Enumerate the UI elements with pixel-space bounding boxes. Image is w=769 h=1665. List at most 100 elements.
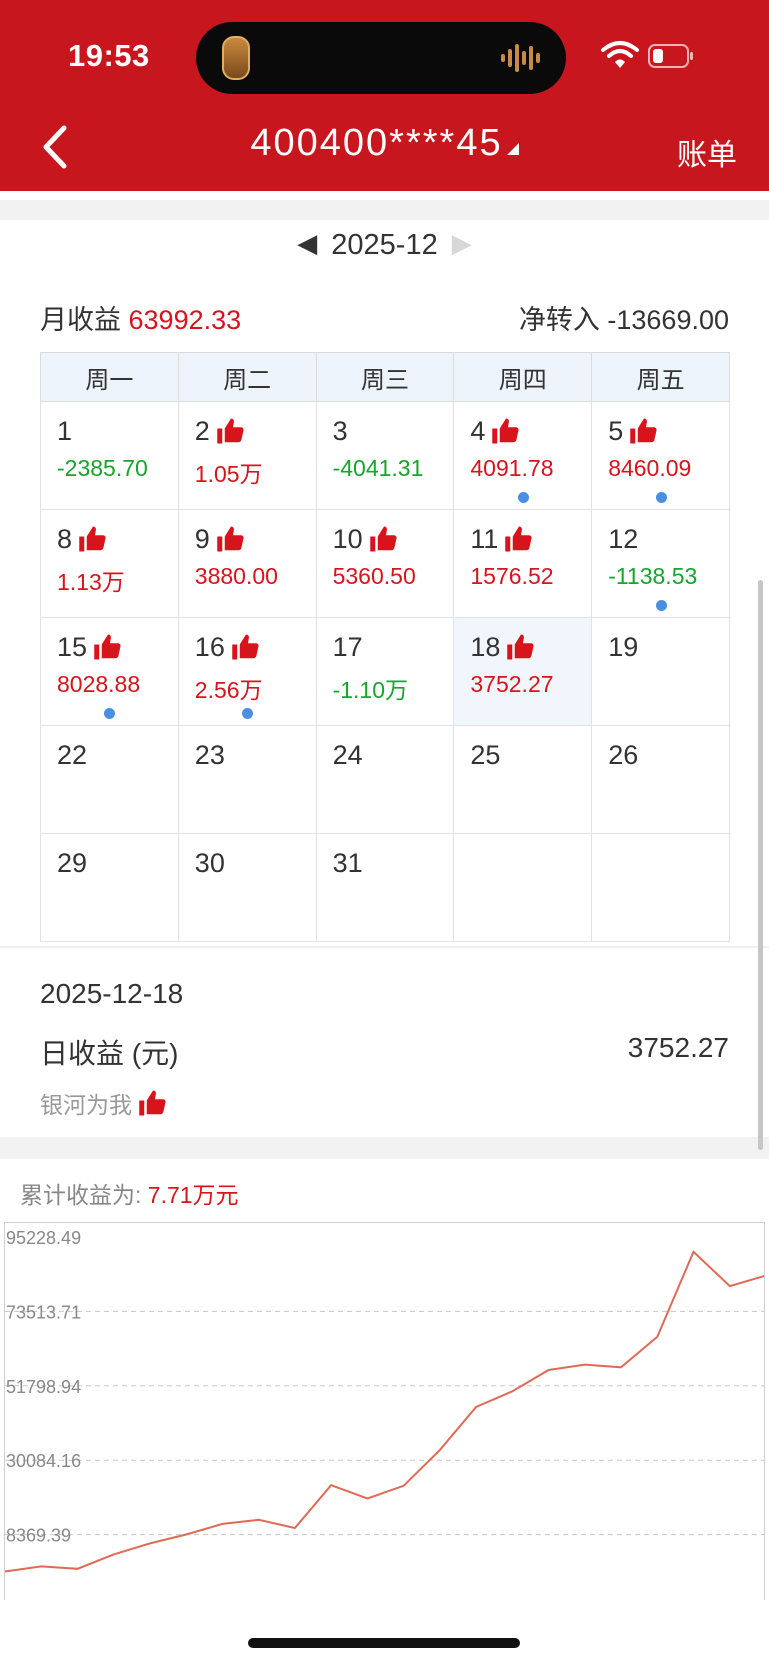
calendar-day-cell[interactable]: 8 1.13万 <box>40 509 179 618</box>
day-number-row: 12 <box>608 522 729 556</box>
section-divider <box>0 1137 769 1159</box>
calendar-day-cell[interactable]: 22 <box>40 725 179 834</box>
thumbs-up-icon <box>507 634 535 660</box>
day-number-row: 11 <box>470 522 591 556</box>
next-month-arrow-icon[interactable]: ▶ <box>452 228 472 259</box>
day-number-row: 4 <box>470 414 591 448</box>
calendar-day-cell[interactable]: 1 -2385.70 <box>40 401 179 510</box>
day-number-row: 9 <box>195 522 316 556</box>
y-tick-label: 73513.71 <box>6 1302 81 1322</box>
calendar-day-cell[interactable]: 30 <box>177 833 317 942</box>
line-point <box>620 1366 622 1368</box>
day-number: 11 <box>470 523 499 554</box>
day-number: 17 <box>332 631 363 662</box>
day-income: -1138.53 <box>608 563 698 589</box>
day-income: 3880.00 <box>194 563 278 589</box>
cumulative-income-chart: 95228.49 73513.71 51798.94 30084.16 8369.39 <box>5 1228 764 1573</box>
audio-waveform-icon <box>501 44 540 72</box>
day-number-row: 31 <box>333 846 454 880</box>
y-tick-label: 95228.49 <box>6 1228 81 1248</box>
praise-tag-text: 银河为我 <box>40 1092 132 1118</box>
day-number-row: 2 <box>195 414 316 448</box>
day-number: 31 <box>332 847 363 878</box>
y-tick-label: 8369.39 <box>6 1526 71 1546</box>
day-income: 1576.52 <box>470 563 554 589</box>
weekday-header: 周五 <box>591 352 730 402</box>
event-dot <box>517 492 529 503</box>
day-number: 24 <box>332 739 363 770</box>
line-point <box>330 1484 332 1486</box>
battery-icon <box>648 44 693 68</box>
line-point <box>403 1485 405 1487</box>
weekday-header-row: 周一 周二 周三 周四 周五 <box>40 352 730 402</box>
day-number-row: 10 <box>333 522 454 556</box>
weekday-header: 周四 <box>453 352 593 402</box>
day-income: 8028.88 <box>57 671 141 697</box>
calendar-day-cell[interactable]: 15 8028.88 <box>40 617 179 726</box>
day-number: 2 <box>194 415 210 446</box>
calendar-day-cell[interactable]: 2 1.05万 <box>177 401 317 510</box>
day-number-row: 5 <box>608 414 729 448</box>
calendar-day-cell[interactable]: 9 3880.00 <box>177 509 317 618</box>
section-divider <box>0 200 769 220</box>
calendar-day-cell[interactable]: 3 -4041.31 <box>315 401 455 510</box>
scrollbar[interactable] <box>758 580 763 1150</box>
calendar-week-row: 15 8028.88 16 2.56万 17 -1.10万 18 3752.27 19 <box>40 617 730 726</box>
calendar-empty-cell <box>591 833 730 942</box>
day-income: 4091.78 <box>470 455 554 481</box>
day-number: 19 <box>608 631 639 662</box>
prev-month-arrow-icon[interactable]: ◀ <box>297 228 317 259</box>
y-tick-label: 51798.94 <box>6 1377 81 1397</box>
day-number-row: 1 <box>57 414 178 448</box>
calendar-day-cell[interactable]: 12 -1138.53 <box>591 509 730 618</box>
day-number-row: 30 <box>195 846 316 880</box>
calendar-day-cell[interactable]: 19 <box>591 617 730 726</box>
income-calendar: 周一 周二 周三 周四 周五 1 -2385.70 2 1.05万 3 -4041.31 4… <box>40 352 730 942</box>
month-summary: 月收益 63992.33 净转入 -13669.00 <box>40 298 729 337</box>
home-indicator[interactable] <box>248 1638 520 1648</box>
month-navigator: ◀ 2025-12 ▶ <box>0 228 769 262</box>
day-number: 18 <box>470 631 501 662</box>
dropdown-triangle-icon <box>506 143 519 155</box>
day-number: 12 <box>608 523 639 554</box>
calendar-day-cell[interactable]: 23 <box>177 725 317 834</box>
line-point <box>113 1553 115 1555</box>
calendar-day-cell[interactable]: 24 <box>315 725 455 834</box>
calendar-day-cell[interactable]: 4 4091.78 <box>453 401 593 510</box>
day-income: -1.10万 <box>332 677 409 703</box>
line-point <box>40 1565 42 1567</box>
calendar-day-cell[interactable]: 10 5360.50 <box>315 509 455 618</box>
calendar-day-cell[interactable]: 17 -1.10万 <box>315 617 455 726</box>
calendar-day-cell[interactable]: 31 <box>315 833 455 942</box>
calendar-day-cell[interactable]: 18 3752.27 <box>453 617 593 726</box>
day-number-row: 25 <box>470 738 591 772</box>
thumbs-up-icon <box>217 526 244 552</box>
line-point <box>294 1527 296 1529</box>
calendar-day-cell[interactable]: 25 <box>453 725 593 834</box>
day-number: 25 <box>470 739 501 770</box>
calendar-week-row: 29 30 31 <box>40 833 730 942</box>
line-point <box>656 1336 658 1338</box>
line-point <box>511 1390 513 1392</box>
line-point <box>149 1542 151 1544</box>
day-number-row: 18 <box>470 630 591 664</box>
net-transfer: 净转入 -13669.00 <box>519 298 729 337</box>
day-number: 22 <box>57 739 88 770</box>
line-point <box>584 1364 586 1366</box>
calendar-day-cell[interactable]: 11 1576.52 <box>453 509 593 618</box>
day-number: 5 <box>608 415 624 446</box>
calendar-day-cell[interactable]: 16 2.56万 <box>177 617 317 726</box>
thumbs-up-icon <box>79 526 106 552</box>
status-time: 19:53 <box>68 38 150 73</box>
thumbs-up-icon <box>630 418 657 444</box>
line-point <box>258 1519 260 1521</box>
calendar-day-cell[interactable]: 5 8460.09 <box>591 401 730 510</box>
calendar-day-cell[interactable]: 29 <box>40 833 179 942</box>
calendar-week-row: 1 -2385.70 2 1.05万 3 -4041.31 4 4091.78 5 8460.09 <box>40 401 730 510</box>
bill-button[interactable]: 账单 <box>677 130 737 174</box>
day-income: 8460.09 <box>608 455 692 481</box>
account-selector[interactable]: 400400****45 <box>0 122 769 165</box>
day-number: 15 <box>57 631 88 662</box>
day-number: 1 <box>57 415 73 446</box>
calendar-day-cell[interactable]: 26 <box>591 725 730 834</box>
